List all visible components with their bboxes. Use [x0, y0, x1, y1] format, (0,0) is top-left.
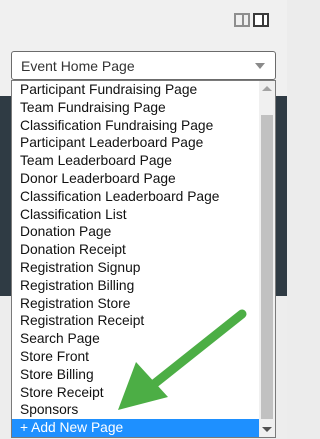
page-dropdown-list[interactable]: Participant Fundraising Page Team Fundra… [11, 80, 276, 438]
dropdown-option[interactable]: Registration Billing [12, 277, 259, 295]
scroll-thumb[interactable] [261, 115, 273, 419]
dropdown-options: Participant Fundraising Page Team Fundra… [12, 81, 259, 437]
dropdown-option[interactable]: Registration Signup [12, 259, 259, 277]
dropdown-option[interactable]: Registration Receipt [12, 312, 259, 330]
dropdown-option[interactable]: Team Leaderboard Page [12, 152, 259, 170]
dropdown-option[interactable]: Search Page [12, 330, 259, 348]
dropdown-option[interactable]: Donor Leaderboard Page [12, 170, 259, 188]
dropdown-option[interactable]: Donation Receipt [12, 241, 259, 259]
dropdown-option[interactable]: Participant Fundraising Page [12, 81, 259, 99]
dropdown-option[interactable]: Store Receipt [12, 384, 259, 402]
scroll-up-icon[interactable] [262, 86, 272, 91]
full-view-icon[interactable] [253, 13, 269, 27]
dropdown-option[interactable]: Registration Store [12, 295, 259, 313]
dropdown-option[interactable]: Classification Fundraising Page [12, 117, 259, 135]
dropdown-scrollbar[interactable] [259, 81, 275, 437]
dropdown-option[interactable]: Classification List [12, 206, 259, 224]
layout-toggle-group [234, 13, 269, 27]
split-view-icon[interactable] [234, 13, 250, 27]
page-select-value: Event Home Page [21, 57, 135, 74]
scroll-down-icon[interactable] [262, 427, 272, 432]
dropdown-option[interactable]: Participant Leaderboard Page [12, 134, 259, 152]
dropdown-option[interactable]: Sponsors [12, 401, 259, 419]
chevron-down-icon[interactable] [255, 62, 265, 69]
dropdown-option[interactable]: Classification Leaderboard Page [12, 188, 259, 206]
dropdown-option[interactable]: Team Fundraising Page [12, 99, 259, 117]
page-select[interactable]: Event Home Page [11, 51, 276, 80]
dropdown-option[interactable]: Store Billing [12, 366, 259, 384]
dropdown-option[interactable]: Donation Page [12, 223, 259, 241]
add-new-page-option[interactable]: + Add New Page [12, 419, 259, 437]
dropdown-option[interactable]: Store Front [12, 348, 259, 366]
